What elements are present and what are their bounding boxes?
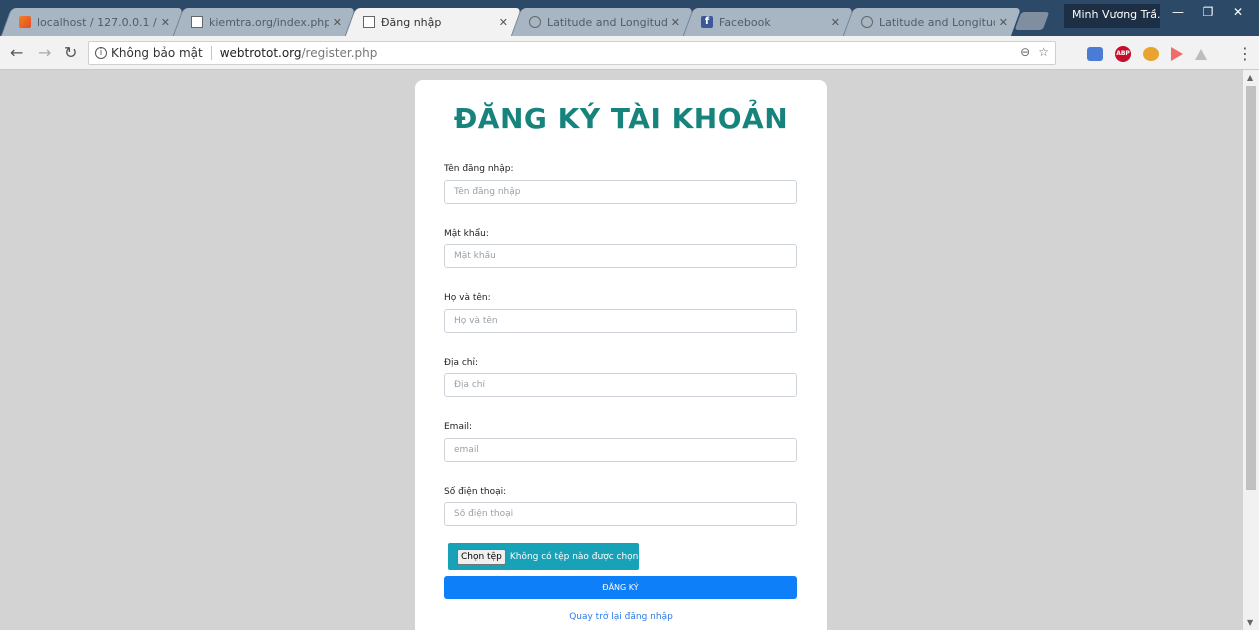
address-input[interactable] (444, 373, 797, 397)
address-bar[interactable]: i Không bảo mật webtrotot.org/register.p… (88, 41, 1056, 65)
omnibox-actions: ⊖ ☆ (1020, 45, 1049, 59)
tab-title: Facebook (719, 15, 771, 29)
phone-input[interactable] (444, 502, 797, 526)
reload-icon[interactable]: ↻ (64, 44, 77, 62)
url-path: /register.php (301, 46, 378, 60)
site-info[interactable]: i Không bảo mật (95, 46, 203, 60)
info-icon: i (95, 47, 107, 59)
page-title: ĐĂNG KÝ TÀI KHOẢN (453, 102, 789, 135)
zoom-icon[interactable]: ⊖ (1020, 45, 1030, 59)
register-button[interactable]: ĐĂNG KÝ (444, 576, 797, 599)
password-input[interactable] (444, 244, 797, 268)
scroll-down-icon[interactable]: ▼ (1247, 618, 1253, 627)
close-icon[interactable]: ✕ (831, 16, 840, 29)
tab-title: Latitude and Longitude (547, 15, 667, 29)
url-host: webtrotot.org (219, 46, 302, 60)
tab-title: Đăng nhập (381, 15, 442, 29)
window-controls: — ❐ ✕ (1163, 2, 1253, 22)
url-separator (210, 46, 212, 60)
document-icon (191, 16, 203, 28)
new-tab-button[interactable] (1014, 12, 1050, 30)
scroll-thumb[interactable] (1246, 86, 1256, 490)
tab-localhost[interactable]: localhost / 127.0.0.1 / ✕ (0, 8, 184, 36)
close-icon[interactable]: ✕ (999, 16, 1008, 29)
browser-toolbar: ← → ↻ i Không bảo mật webtrotot.org/regi… (0, 36, 1259, 70)
choose-file-button[interactable]: Chọn tệp (457, 548, 506, 565)
tab-dang-nhap[interactable]: Đăng nhập ✕ (344, 8, 522, 36)
compass-icon (529, 16, 541, 28)
tab-facebook[interactable]: f Facebook ✕ (682, 8, 854, 36)
tab-title: localhost / 127.0.0.1 / (37, 15, 157, 29)
scrollbar[interactable]: ▲ ▼ (1243, 70, 1259, 630)
extensions: ABP (1087, 46, 1207, 62)
phone-label: Số điện thoại: (444, 487, 507, 497)
email-label: Email: (444, 422, 473, 432)
fullname-input[interactable] (444, 309, 797, 333)
register-card: ĐĂNG KÝ TÀI KHOẢN Tên đăng nhập: Mật khẩ… (415, 80, 827, 630)
address-label: Địa chỉ: (444, 358, 479, 368)
email-input[interactable] (444, 438, 797, 462)
facebook-icon: f (701, 16, 713, 28)
page-viewport: ĐĂNG KÝ TÀI KHOẢN Tên đăng nhập: Mật khẩ… (0, 70, 1243, 630)
window-close-icon[interactable]: ✕ (1223, 2, 1253, 22)
restore-icon[interactable]: ❐ (1193, 2, 1223, 22)
menu-icon[interactable]: ⋮ (1237, 44, 1253, 63)
scroll-up-icon[interactable]: ▲ (1247, 73, 1253, 82)
tab-strip: localhost / 127.0.0.1 / ✕ kiemtra.org/in… (0, 0, 1259, 36)
file-upload: Chọn tệp Không có tệp nào được chọn (448, 543, 639, 570)
file-status: Không có tệp nào được chọn (509, 551, 639, 562)
rocket-icon[interactable] (1143, 47, 1159, 61)
close-icon[interactable]: ✕ (671, 16, 680, 29)
username-input[interactable] (444, 180, 797, 204)
security-label: Không bảo mật (111, 46, 203, 60)
star-icon[interactable]: ☆ (1038, 45, 1049, 59)
profile-button[interactable]: Minh Vương Trầ... (1064, 4, 1160, 28)
minimize-icon[interactable]: — (1163, 2, 1193, 22)
translate-icon[interactable] (1087, 47, 1103, 61)
tab-title: Latitude and Longitude (879, 15, 995, 29)
close-icon[interactable]: ✕ (333, 16, 342, 29)
document-icon (363, 16, 375, 28)
back-to-login-link[interactable]: Quay trở lại đăng nhập (415, 612, 827, 622)
tab-latitude-1[interactable]: Latitude and Longitude ✕ (510, 8, 694, 36)
triangle-extension-icon[interactable] (1195, 48, 1207, 60)
close-icon[interactable]: ✕ (499, 16, 508, 29)
xampp-icon (19, 16, 31, 28)
tab-title: kiemtra.org/index.php (209, 15, 329, 29)
password-label: Mật khẩu: (444, 229, 489, 239)
username-label: Tên đăng nhập: (444, 164, 514, 174)
forward-arrow-icon[interactable]: → (38, 44, 51, 62)
compass-icon (861, 16, 873, 28)
fullname-label: Họ và tên: (444, 293, 491, 303)
adblock-icon[interactable]: ABP (1115, 46, 1131, 62)
tab-latitude-2[interactable]: Latitude and Longitude ✕ (842, 8, 1022, 36)
close-icon[interactable]: ✕ (161, 16, 170, 29)
back-arrow-icon[interactable]: ← (10, 44, 23, 62)
tab-kiemtra[interactable]: kiemtra.org/index.php ✕ (172, 8, 356, 36)
arrow-extension-icon[interactable] (1171, 47, 1183, 61)
